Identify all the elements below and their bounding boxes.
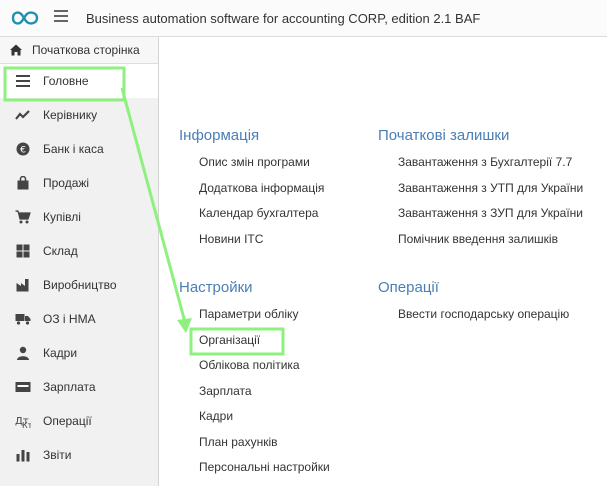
title-bar: Business automation software for account…	[0, 0, 607, 37]
sidebar-item-bank-cash[interactable]: € Банк і каса	[0, 132, 158, 166]
sidebar-item-sales[interactable]: Продажі	[0, 166, 158, 200]
list-icon	[15, 73, 31, 89]
home-page-label: Початкова сторінка	[32, 43, 140, 57]
menu-icon[interactable]	[54, 10, 68, 24]
link-accounting-parameters[interactable]: Параметри обліку	[179, 306, 330, 332]
payroll-icon	[15, 379, 31, 395]
sidebar-item-main[interactable]: Головне	[0, 64, 158, 98]
link-its-news[interactable]: Новини ITC	[179, 231, 324, 257]
home-icon	[10, 44, 22, 56]
sidebar-nav: Головне Керівнику € Банк і каса Продажі …	[0, 64, 158, 472]
sidebar-item-label: Керівнику	[43, 108, 98, 122]
sidebar-item-fixed-assets[interactable]: ОЗ і НМА	[0, 302, 158, 336]
section-title: Настройки	[179, 279, 253, 296]
bag-icon	[15, 175, 31, 191]
sidebar-item-operations[interactable]: Дт Кт Операції	[0, 404, 158, 438]
link-balance-entry-assistant[interactable]: Помічник введення залишків	[378, 231, 583, 257]
sidebar-item-label: Операції	[43, 414, 92, 428]
warehouse-icon	[15, 243, 31, 259]
link-hr[interactable]: Кадри	[179, 408, 330, 434]
link-accounting-policy[interactable]: Облікова політика	[179, 357, 330, 383]
factory-icon	[15, 277, 31, 293]
svg-text:€: €	[20, 146, 26, 156]
sidebar-item-label: Кадри	[43, 346, 78, 360]
link-import-accounting-77[interactable]: Завантаження з Бухгалтерії 7.7	[378, 154, 583, 180]
sidebar: Початкова сторінка Головне Керівнику € Б…	[0, 37, 159, 486]
sidebar-item-label: Склад	[43, 244, 78, 258]
section-title: Інформація	[179, 127, 260, 144]
section-title: Початкові залишки	[378, 127, 510, 144]
sidebar-item-label: ОЗ і НМА	[43, 312, 96, 326]
link-import-utp[interactable]: Завантаження з УТП для України	[378, 180, 583, 206]
link-personal-settings[interactable]: Персональні настройки	[179, 459, 330, 485]
app-title: Business automation software for account…	[86, 11, 481, 26]
main-content: Інформація Опис змін програми Додаткова …	[159, 37, 607, 486]
sidebar-item-purchases[interactable]: Купівлі	[0, 200, 158, 234]
sidebar-item-label: Банк і каса	[43, 142, 104, 156]
app-logo-icon[interactable]	[10, 8, 42, 28]
coin-icon: €	[15, 141, 31, 157]
section-initial-balances: Початкові залишки Завантаження з Бухгалт…	[378, 127, 583, 256]
sidebar-item-label: Продажі	[43, 176, 90, 190]
section-settings: Настройки Параметри обліку Організації О…	[179, 279, 330, 485]
link-payroll[interactable]: Зарплата	[179, 383, 330, 409]
operations-icon: Дт Кт	[15, 413, 31, 429]
sidebar-item-management[interactable]: Керівнику	[0, 98, 158, 132]
section-title: Операції	[378, 279, 439, 296]
link-organizations[interactable]: Організації	[179, 332, 330, 358]
sidebar-item-hr[interactable]: Кадри	[0, 336, 158, 370]
cart-icon	[15, 209, 31, 225]
sidebar-item-label: Виробництво	[43, 278, 117, 292]
link-enter-business-operation[interactable]: Ввести господарську операцію	[378, 306, 569, 332]
link-additional-info[interactable]: Додаткова інформація	[179, 180, 324, 206]
link-change-description[interactable]: Опис змін програми	[179, 154, 324, 180]
sidebar-item-warehouse[interactable]: Склад	[0, 234, 158, 268]
sidebar-item-label: Зарплата	[43, 380, 96, 394]
link-import-zup[interactable]: Завантаження з ЗУП для України	[378, 205, 583, 231]
sidebar-item-reports[interactable]: Звіти	[0, 438, 158, 472]
sidebar-item-label: Звіти	[43, 448, 72, 462]
truck-icon	[15, 311, 31, 327]
section-information: Інформація Опис змін програми Додаткова …	[179, 127, 324, 256]
home-page-item[interactable]: Початкова сторінка	[0, 37, 158, 64]
link-accountant-calendar[interactable]: Календар бухгалтера	[179, 205, 324, 231]
svg-text:Кт: Кт	[22, 421, 31, 428]
person-icon	[15, 345, 31, 361]
sidebar-item-label: Купівлі	[43, 210, 81, 224]
bar-chart-icon	[15, 447, 31, 463]
sidebar-item-payroll[interactable]: Зарплата	[0, 370, 158, 404]
section-operations: Операції Ввести господарську операцію	[378, 279, 569, 332]
link-chart-of-accounts[interactable]: План рахунків	[179, 434, 330, 460]
sidebar-item-production[interactable]: Виробництво	[0, 268, 158, 302]
sidebar-item-label: Головне	[43, 74, 89, 88]
trend-icon	[15, 107, 31, 123]
